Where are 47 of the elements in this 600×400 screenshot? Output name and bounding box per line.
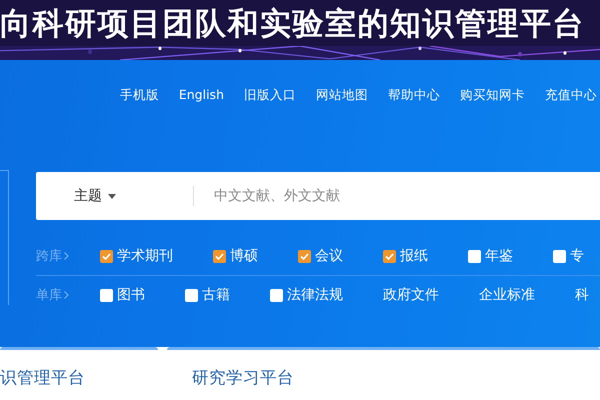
checkbox[interactable]: [100, 250, 113, 262]
checkbox[interactable]: [553, 250, 566, 262]
database-link[interactable]: 政府文件: [383, 286, 439, 304]
nav-link[interactable]: English: [178, 87, 224, 108]
card-title: 识管理平台: [0, 367, 85, 389]
checkbox[interactable]: [298, 250, 311, 262]
database-link[interactable]: 科: [575, 286, 589, 304]
checkbox-label: 专: [570, 247, 584, 265]
nav-link[interactable]: 购买知网卡: [460, 87, 525, 108]
checkbox-label: 图书: [117, 286, 145, 304]
database-checkbox[interactable]: 学术期刊: [100, 247, 173, 265]
database-checkbox[interactable]: 博硕: [213, 247, 258, 265]
field-dropdown[interactable]: 主题: [74, 187, 156, 205]
row-label: 跨库: [36, 248, 61, 265]
database-checkbox[interactable]: 专: [553, 247, 584, 265]
checkbox-label: 学术期刊: [117, 247, 173, 265]
card-title: 研究学习平台: [192, 367, 294, 389]
database-checkbox[interactable]: 图书: [100, 286, 145, 304]
checkbox[interactable]: [100, 288, 113, 302]
search-bar[interactable]: 主题 中文文献、外文文献: [36, 172, 600, 220]
checkbox-label: 古籍: [202, 286, 230, 304]
row-label: 单库: [36, 287, 61, 304]
chevron-icon: [64, 252, 69, 260]
checkbox[interactable]: [213, 250, 226, 262]
database-link[interactable]: 企业标准: [479, 286, 535, 304]
checkbox[interactable]: [383, 250, 396, 262]
checkbox-label: 法律法规: [287, 286, 343, 304]
checkbox[interactable]: [468, 250, 481, 262]
database-checkbox[interactable]: 会议: [298, 247, 343, 265]
database-checkbox[interactable]: 古籍: [185, 286, 230, 304]
nav-link[interactable]: 帮助中心: [388, 87, 440, 108]
nav-link[interactable]: 网站地图: [316, 87, 368, 108]
checkbox-label: 年鉴: [485, 247, 513, 265]
checkbox-label: 报纸: [400, 247, 428, 265]
chevron-icon: [64, 291, 69, 299]
caret-icon: [108, 194, 116, 198]
checkbox-label: 会议: [315, 247, 343, 265]
banner-title: 向科研项目团队和实验室的知识管理平台: [0, 5, 585, 44]
database-checkbox[interactable]: 年鉴: [468, 247, 513, 265]
checkbox[interactable]: [185, 288, 198, 302]
nav-link[interactable]: 手机版: [120, 87, 159, 108]
checkbox[interactable]: [270, 288, 283, 302]
database-checkbox[interactable]: 报纸: [383, 247, 428, 265]
nav-link[interactable]: 旧版入口: [244, 87, 296, 108]
checkbox-label: 博硕: [230, 247, 258, 265]
database-checkbox[interactable]: 法律法规: [270, 286, 343, 304]
nav-link[interactable]: 充值中心: [545, 87, 597, 108]
